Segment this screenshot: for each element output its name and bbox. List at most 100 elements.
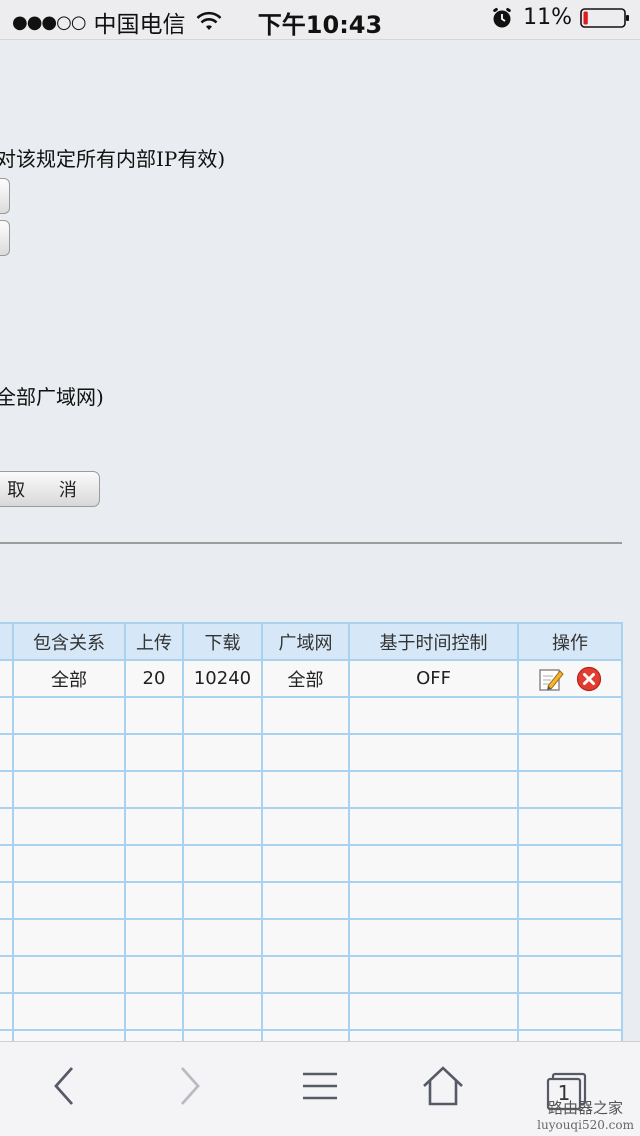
table-cell xyxy=(182,807,263,846)
table-cell xyxy=(261,733,350,772)
table-cell xyxy=(182,1029,263,1041)
table-cell xyxy=(348,881,519,920)
table-cell xyxy=(12,1029,126,1041)
column-header: 广域网 xyxy=(261,622,350,661)
table-cell xyxy=(124,696,184,735)
table-cell xyxy=(0,844,14,883)
table-cell xyxy=(12,807,126,846)
table-cell xyxy=(0,770,14,809)
table-cell xyxy=(261,844,350,883)
table-cell xyxy=(517,918,623,957)
table-cell xyxy=(12,881,126,920)
column-header: 包含关系 xyxy=(12,622,126,661)
table-row: 全部 20 10240 全部 OFF xyxy=(0,659,623,698)
table-row-empty xyxy=(0,992,623,1031)
table-cell: 全部 xyxy=(12,659,126,698)
menu-icon[interactable] xyxy=(302,1064,338,1108)
table-cell xyxy=(182,733,263,772)
table-cell xyxy=(0,1029,14,1041)
table-cell xyxy=(517,696,623,735)
table-cell xyxy=(0,955,14,994)
forward-icon[interactable] xyxy=(176,1064,206,1108)
table-cell xyxy=(348,992,519,1031)
table-header-row: 包含关系 上传 下载 广域网 基于时间控制 操作 xyxy=(0,622,623,661)
battery-icon xyxy=(580,7,629,28)
table-cell xyxy=(517,770,623,809)
table-cell xyxy=(348,696,519,735)
table-cell xyxy=(12,770,126,809)
table-row-empty xyxy=(0,844,623,883)
table-cell: OFF xyxy=(348,659,519,698)
table-cell xyxy=(124,733,184,772)
table-cell: 全部 xyxy=(261,659,350,698)
table-cell xyxy=(517,844,623,883)
delete-icon[interactable] xyxy=(576,666,602,692)
table-cell xyxy=(261,955,350,994)
table-cell xyxy=(517,1029,623,1041)
watermark: 路由器之家 luyouqi520.com xyxy=(537,1097,634,1132)
table-cell xyxy=(261,1029,350,1041)
table-row-empty xyxy=(0,733,623,772)
table-cell xyxy=(348,770,519,809)
table-cell xyxy=(261,881,350,920)
edit-icon[interactable] xyxy=(538,666,564,692)
table-cell xyxy=(517,992,623,1031)
watermark-url: luyouqi520.com xyxy=(537,1118,634,1132)
table-cell xyxy=(261,696,350,735)
rule-scope-hint: 对该规定所有内部IP有效) xyxy=(0,147,226,171)
table-row-empty xyxy=(0,881,623,920)
table-cell xyxy=(261,918,350,957)
table-cell xyxy=(12,696,126,735)
table-cell xyxy=(261,807,350,846)
table-row-empty xyxy=(0,955,623,994)
table-cell xyxy=(261,770,350,809)
table-cell xyxy=(0,881,14,920)
web-page: 对该规定所有内部IP有效) 全部广域网) 取 消 包含关系 上传 下载 广域网 … xyxy=(0,41,640,1041)
table-cell xyxy=(0,659,14,698)
table-cell xyxy=(0,696,14,735)
table-cell xyxy=(182,696,263,735)
column-header: 上传 xyxy=(124,622,184,661)
wan-scope-hint: 全部广域网) xyxy=(0,385,104,409)
rules-table: 包含关系 上传 下载 广域网 基于时间控制 操作 全部 20 10240 全部 … xyxy=(0,622,623,1041)
table-cell: 20 xyxy=(124,659,184,698)
table-cell xyxy=(0,918,14,957)
column-header: 基于时间控制 xyxy=(348,622,519,661)
table-cell xyxy=(348,807,519,846)
form-control-stub[interactable] xyxy=(0,178,10,214)
cancel-button[interactable]: 取 消 xyxy=(0,471,100,507)
battery-percent: 11% xyxy=(523,5,572,30)
table-cell xyxy=(124,881,184,920)
table-cell xyxy=(124,1029,184,1041)
table-cell xyxy=(124,992,184,1031)
table-cell: 10240 xyxy=(182,659,263,698)
table-cell xyxy=(124,955,184,994)
table-cell xyxy=(0,992,14,1031)
table-cell xyxy=(12,955,126,994)
table-cell xyxy=(517,733,623,772)
table-cell xyxy=(182,770,263,809)
back-icon[interactable] xyxy=(48,1064,78,1108)
table-cell xyxy=(348,844,519,883)
home-icon[interactable] xyxy=(421,1064,465,1108)
form-control-stub[interactable] xyxy=(0,220,10,256)
table-cell xyxy=(261,992,350,1031)
table-row-empty xyxy=(0,807,623,846)
table-cell xyxy=(0,807,14,846)
browser-toolbar: 1 路由器之家 luyouqi520.com xyxy=(0,1041,640,1136)
column-header: 操作 xyxy=(517,622,623,661)
divider xyxy=(0,542,622,544)
table-cell xyxy=(124,918,184,957)
table-cell xyxy=(348,733,519,772)
table-cell xyxy=(12,918,126,957)
column-header: 下载 xyxy=(182,622,263,661)
table-cell xyxy=(182,955,263,994)
table-row-empty xyxy=(0,770,623,809)
table-cell xyxy=(12,733,126,772)
table-row-empty xyxy=(0,918,623,957)
table-cell xyxy=(517,659,623,698)
table-cell xyxy=(348,1029,519,1041)
table-cell xyxy=(124,770,184,809)
table-cell xyxy=(124,844,184,883)
table-cell xyxy=(182,881,263,920)
